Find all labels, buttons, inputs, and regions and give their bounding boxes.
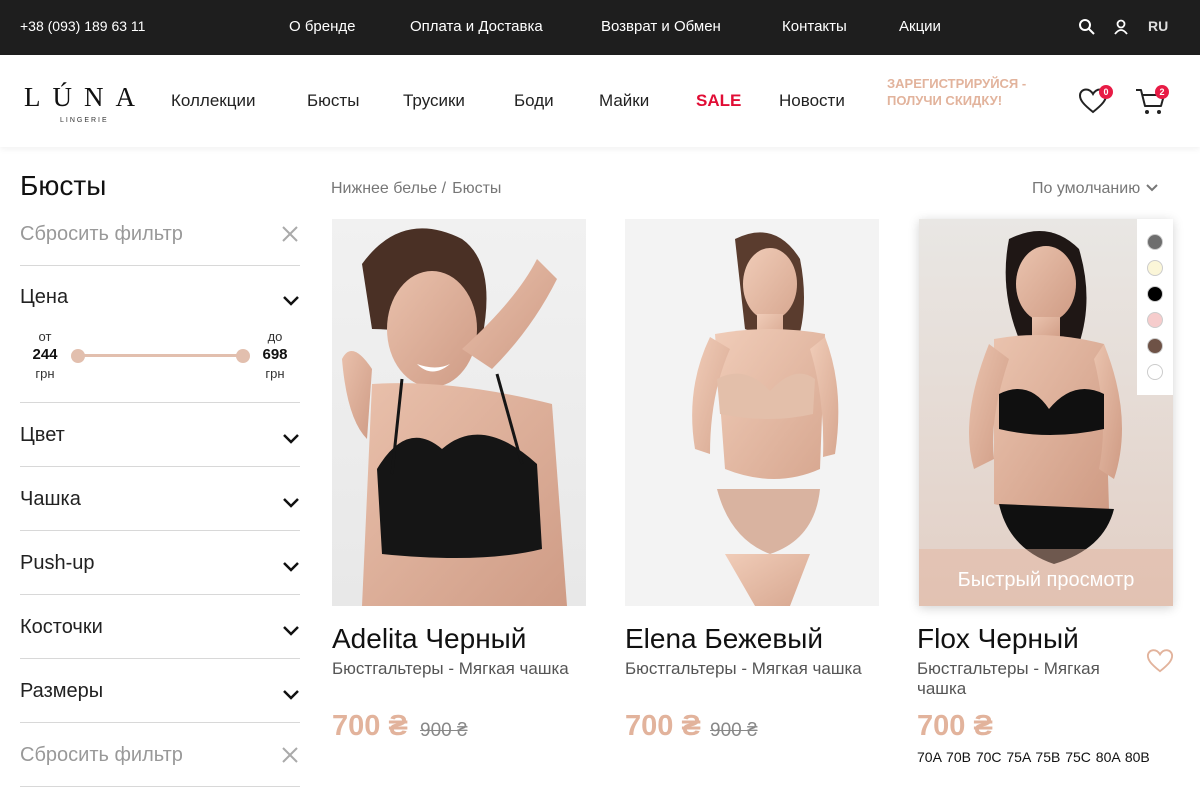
nav-panties[interactable]: Трусики: [403, 91, 465, 111]
filter-price[interactable]: Цена: [20, 266, 300, 325]
price-from-currency: грн: [35, 366, 55, 381]
reset-filter-bottom[interactable]: Сбросить фильтр: [20, 723, 300, 787]
chevron-down-icon: [282, 688, 300, 700]
product-category: Бюстгальтеры - Мягкая чашка: [332, 659, 569, 678]
price-slider-track[interactable]: [77, 354, 243, 357]
price-slider-min-handle[interactable]: [71, 349, 85, 363]
product-old-price: 900 ₴: [420, 720, 468, 741]
product-title[interactable]: Flox Черный: [917, 623, 1079, 655]
price-from-value: 244: [32, 346, 58, 363]
product-old-price: 900 ₴: [710, 720, 758, 741]
filter-color-label: Цвет: [20, 424, 65, 446]
top-link-returns[interactable]: Возврат и Обмен: [601, 18, 721, 35]
color-swatch[interactable]: [1147, 286, 1163, 302]
breadcrumb-item[interactable]: Нижнее белье /: [331, 180, 446, 197]
nav-news[interactable]: Новости: [779, 91, 845, 111]
phone-number[interactable]: +38 (093) 189 63 11: [20, 18, 145, 34]
nav-collections[interactable]: Коллекции: [171, 91, 255, 111]
language-switch[interactable]: RU: [1148, 18, 1168, 34]
product-image[interactable]: [625, 219, 879, 606]
chevron-down-icon: [282, 432, 300, 444]
product-title[interactable]: Elena Бежевый: [625, 623, 823, 655]
product-category: Бюстгальтеры - Мягкая чашка: [917, 659, 1100, 698]
price-to-label: до: [267, 329, 283, 344]
top-link-delivery[interactable]: Оплата и Доставка: [410, 18, 543, 35]
chevron-down-icon: [282, 624, 300, 636]
chevron-down-icon: [1145, 184, 1158, 192]
product-category: Бюстгальтеры - Мягкая чашка: [625, 659, 862, 678]
sort-label: По умолчанию: [1032, 180, 1141, 197]
main-header: LÚNA LINGERIE Коллекции Бюсты Трусики Бо…: [0, 55, 1200, 147]
filter-underwire-label: Косточки: [20, 616, 103, 638]
price-slider-max-handle[interactable]: [236, 349, 250, 363]
register-promo[interactable]: ЗАРЕГИСТРИРУЙСЯ - ПОЛУЧИ СКИДКУ!: [887, 75, 1047, 109]
color-swatch[interactable]: [1147, 338, 1163, 354]
cart-button[interactable]: 2: [1134, 85, 1170, 119]
quick-view-button[interactable]: Быстрый просмотр: [919, 569, 1173, 592]
product-sizes: 70A 70B 70C 75A 75B 75C 80A 80B: [917, 749, 1150, 765]
nav-bras[interactable]: Бюсты: [307, 91, 359, 111]
cart-count-badge: 2: [1155, 85, 1169, 99]
price-range: от 244 грн до 698 грн: [20, 325, 300, 403]
color-swatches: [1137, 219, 1173, 395]
filter-cup[interactable]: Чашка: [20, 467, 300, 531]
search-icon[interactable]: [1077, 17, 1097, 37]
product-price: 700 ₴: [917, 710, 993, 742]
color-swatch[interactable]: [1147, 234, 1163, 250]
nav-sale[interactable]: SALE: [696, 91, 741, 111]
product-price: 700 ₴: [625, 710, 701, 742]
price-from-label: от: [38, 329, 52, 344]
sort-dropdown[interactable]: По умолчанию: [1032, 180, 1159, 198]
product-image[interactable]: [332, 219, 586, 606]
top-bar: +38 (093) 189 63 11 О бренде Оплата и До…: [0, 0, 1200, 55]
chevron-down-icon: [282, 560, 300, 572]
color-swatch[interactable]: [1147, 364, 1163, 380]
filter-sizes-label: Размеры: [20, 680, 104, 702]
filter-cup-label: Чашка: [20, 488, 81, 510]
top-link-about[interactable]: О бренде: [289, 18, 356, 35]
product-price: 700 ₴: [332, 710, 408, 742]
price-to-currency: грн: [265, 366, 285, 381]
close-icon[interactable]: [280, 745, 300, 765]
filter-push-up[interactable]: Push-up: [20, 531, 300, 595]
close-icon[interactable]: [280, 224, 300, 244]
heart-icon: [1146, 649, 1174, 673]
nav-bodysuits[interactable]: Боди: [514, 91, 554, 111]
chevron-down-icon: [282, 294, 300, 306]
filter-underwire[interactable]: Косточки: [20, 595, 300, 659]
color-swatch[interactable]: [1147, 312, 1163, 328]
chevron-down-icon: [282, 496, 300, 508]
brand-logo[interactable]: LÚNA LINGERIE: [24, 82, 146, 126]
product-title[interactable]: Adelita Черный: [332, 623, 526, 655]
nav-tops[interactable]: Майки: [599, 91, 649, 111]
breadcrumb: Нижнее белье / Бюсты: [331, 180, 507, 198]
filter-push-up-label: Push-up: [20, 552, 95, 574]
page-title: Бюсты: [20, 170, 107, 201]
wishlist-count-badge: 0: [1099, 85, 1113, 99]
add-to-wishlist-button[interactable]: [1145, 646, 1175, 674]
reset-filter-label: Сбросить фильтр: [20, 744, 183, 766]
top-link-contacts[interactable]: Контакты: [782, 18, 847, 35]
color-swatch[interactable]: [1147, 260, 1163, 276]
breadcrumb-current: Бюсты: [452, 180, 502, 197]
reset-filter-label: Сбросить фильтр: [20, 223, 183, 245]
user-icon[interactable]: [1111, 17, 1131, 37]
top-link-promos[interactable]: Акции: [899, 18, 941, 35]
wishlist-button[interactable]: 0: [1077, 85, 1113, 119]
filter-price-label: Цена: [20, 286, 69, 308]
filter-sizes[interactable]: Размеры: [20, 659, 300, 723]
price-to-value: 698: [262, 346, 288, 363]
product-image[interactable]: Быстрый просмотр: [919, 219, 1173, 606]
reset-filter-top[interactable]: Сбросить фильтр: [20, 213, 300, 266]
filter-color[interactable]: Цвет: [20, 403, 300, 467]
